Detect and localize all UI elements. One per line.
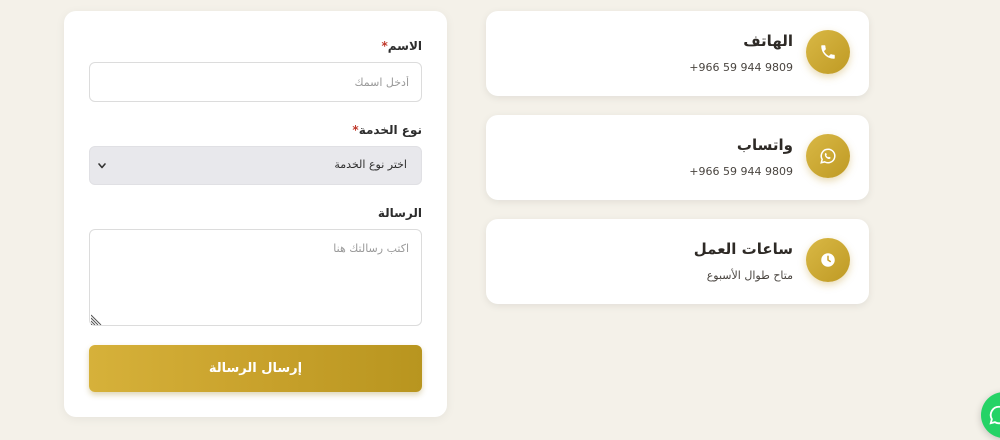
whatsapp-icon xyxy=(989,405,1000,425)
contact-card-hours: ساعات العمل متاح طوال الأسبوع xyxy=(486,219,869,304)
message-field-label: الرسالة xyxy=(377,206,422,220)
clock-icon xyxy=(821,253,835,267)
contact-card-whatsapp: واتساب +966 59 944 9809 xyxy=(486,115,869,200)
hours-value: متاح طوال الأسبوع xyxy=(706,269,793,282)
whatsapp-icon-circle xyxy=(806,134,850,178)
resize-handle-icon[interactable] xyxy=(91,313,103,325)
hours-title: ساعات العمل xyxy=(693,240,793,258)
whatsapp-number[interactable]: +966 59 944 9809 xyxy=(689,165,793,178)
service-type-select[interactable]: اختر نوع الخدمة xyxy=(89,146,422,185)
whatsapp-title: واتساب xyxy=(736,136,793,154)
chevron-down-icon xyxy=(98,163,106,169)
message-textarea[interactable] xyxy=(89,229,422,326)
name-field-label: الاسم* xyxy=(381,39,422,53)
service-select-value: اختر نوع الخدمة xyxy=(334,158,407,171)
service-field-label: نوع الخدمة* xyxy=(352,123,422,137)
clock-icon-circle xyxy=(806,238,850,282)
contact-card-phone: الهاتف +966 59 944 9809 xyxy=(486,11,869,96)
name-input[interactable] xyxy=(89,62,422,102)
phone-icon-circle xyxy=(806,30,850,74)
phone-icon xyxy=(821,45,835,59)
contact-form-card: الاسم* نوع الخدمة* اختر نوع الخدمة الرسا… xyxy=(64,11,447,417)
phone-number[interactable]: +966 59 944 9809 xyxy=(689,61,793,74)
submit-button[interactable]: إرسال الرسالة xyxy=(89,345,422,392)
floating-whatsapp-button[interactable] xyxy=(981,392,1000,438)
phone-title: الهاتف xyxy=(743,32,793,50)
whatsapp-icon xyxy=(820,148,836,164)
